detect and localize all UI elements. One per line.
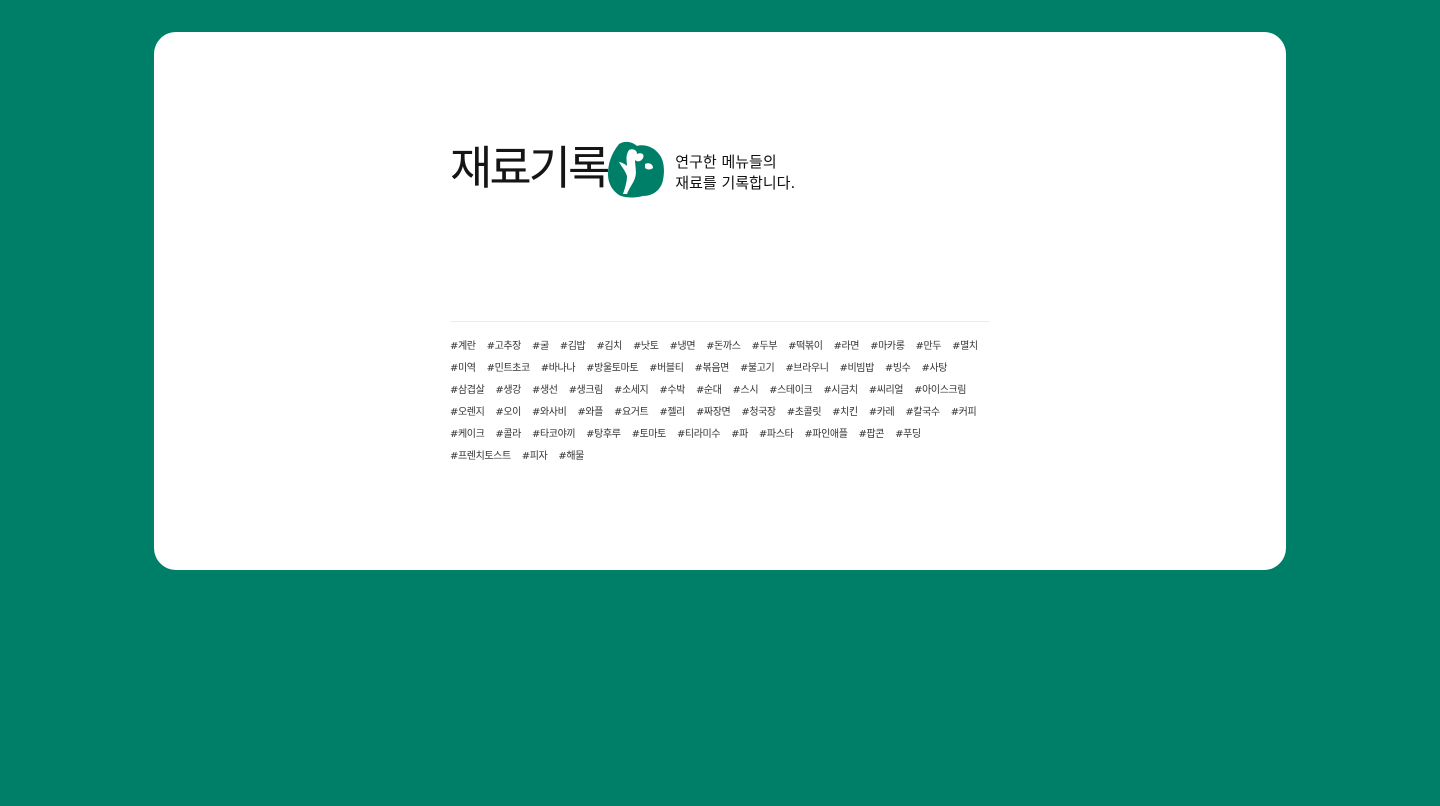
tag-link[interactable]: #와플 bbox=[577, 402, 603, 424]
tag-link[interactable]: #생강 bbox=[495, 380, 521, 402]
tagline-line-1: 연구한 메뉴들의 bbox=[675, 153, 777, 171]
tag-link[interactable]: #바나나 bbox=[541, 358, 576, 380]
tag-link[interactable]: #콜라 bbox=[495, 424, 521, 446]
tag-link[interactable]: #비빔밥 bbox=[840, 358, 875, 380]
tag-link[interactable]: #브라우니 bbox=[785, 358, 829, 380]
tagline: 연구한 메뉴들의 재료를 기록합니다. bbox=[675, 152, 795, 194]
tag-link[interactable]: #치킨 bbox=[832, 402, 858, 424]
tag-link[interactable]: #파인애플 bbox=[804, 424, 848, 446]
tag-link[interactable]: #민트초코 bbox=[487, 358, 531, 380]
tag-link[interactable]: #탕후루 bbox=[586, 424, 621, 446]
tag-link[interactable]: #돈까스 bbox=[706, 336, 741, 358]
tag-link[interactable]: #냉면 bbox=[670, 336, 696, 358]
tag-link[interactable]: #낫토 bbox=[633, 336, 659, 358]
green-blob-figure-icon bbox=[608, 141, 665, 198]
tag-link[interactable]: #떡볶이 bbox=[788, 336, 823, 358]
tag-link[interactable]: #두부 bbox=[752, 336, 778, 358]
site-header: 재료기록 연구한 메뉴들의 재료를 기록합니다. bbox=[450, 136, 795, 200]
tag-link[interactable]: #해물 bbox=[558, 446, 584, 468]
tag-link[interactable]: #김치 bbox=[596, 336, 622, 358]
tag-link[interactable]: #만두 bbox=[916, 336, 942, 358]
tag-link[interactable]: #티라미수 bbox=[677, 424, 721, 446]
tag-link[interactable]: #불고기 bbox=[740, 358, 775, 380]
tag-link[interactable]: #계란 bbox=[450, 336, 476, 358]
tag-link[interactable]: #파스타 bbox=[759, 424, 794, 446]
tagline-line-2: 재료를 기록합니다. bbox=[675, 174, 796, 192]
tag-link[interactable]: #프렌치토스트 bbox=[450, 446, 511, 468]
tag-link[interactable]: #초콜릿 bbox=[787, 402, 822, 424]
tag-link[interactable]: #타코야끼 bbox=[532, 424, 576, 446]
tag-link[interactable]: #마카롱 bbox=[870, 336, 905, 358]
tag-link[interactable]: #볶음면 bbox=[695, 358, 730, 380]
tag-link[interactable]: #청국장 bbox=[741, 402, 776, 424]
tag-link[interactable]: #카레 bbox=[869, 402, 895, 424]
logo-text[interactable]: 재료기록 bbox=[450, 145, 610, 191]
tag-link[interactable]: #시금치 bbox=[823, 380, 858, 402]
tag-link[interactable]: #팝콘 bbox=[859, 424, 885, 446]
tag-link[interactable]: #스테이크 bbox=[769, 380, 813, 402]
main-card: 재료기록 연구한 메뉴들의 재료를 기록합니다. #계란 #고추장 #굴 #김밥 #김치… bbox=[154, 32, 1286, 570]
tag-link[interactable]: #방울토마토 bbox=[586, 358, 638, 380]
tag-link[interactable]: #삼겹살 bbox=[450, 380, 485, 402]
tag-link[interactable]: #피자 bbox=[522, 446, 548, 468]
tag-link[interactable]: #스시 bbox=[733, 380, 759, 402]
tag-link[interactable]: #김밥 bbox=[560, 336, 586, 358]
tag-link[interactable]: #순대 bbox=[696, 380, 722, 402]
tag-link[interactable]: #오렌지 bbox=[450, 402, 485, 424]
tag-list: #계란 #고추장 #굴 #김밥 #김치 #낫토 #냉면 #돈까스 #두부 #떡볶이 #라면 #마카롱 #… bbox=[450, 336, 990, 468]
tag-link[interactable]: #젤리 bbox=[659, 402, 685, 424]
tag-link[interactable]: #아이스크림 bbox=[914, 380, 966, 402]
tag-link[interactable]: #생선 bbox=[532, 380, 558, 402]
tag-link[interactable]: #사탕 bbox=[922, 358, 948, 380]
tag-link[interactable]: #미역 bbox=[450, 358, 476, 380]
tag-link[interactable]: #짜장면 bbox=[696, 402, 731, 424]
tag-link[interactable]: #멸치 bbox=[952, 336, 978, 358]
tag-link[interactable]: #빙수 bbox=[885, 358, 911, 380]
tag-link[interactable]: #칼국수 bbox=[905, 402, 940, 424]
tag-link[interactable]: #커피 bbox=[951, 402, 977, 424]
tag-link[interactable]: #파 bbox=[731, 424, 748, 446]
tag-link[interactable]: #수박 bbox=[659, 380, 685, 402]
tag-link[interactable]: #씨리얼 bbox=[869, 380, 904, 402]
tag-link[interactable]: #굴 bbox=[532, 336, 549, 358]
tag-link[interactable]: #버블티 bbox=[649, 358, 684, 380]
tag-link[interactable]: #토마토 bbox=[632, 424, 667, 446]
tag-link[interactable]: #푸딩 bbox=[895, 424, 921, 446]
tag-link[interactable]: #소세지 bbox=[614, 380, 649, 402]
tag-link[interactable]: #라면 bbox=[834, 336, 860, 358]
tag-link[interactable]: #생크림 bbox=[569, 380, 604, 402]
tag-link[interactable]: #와사비 bbox=[532, 402, 567, 424]
tag-link[interactable]: #케이크 bbox=[450, 424, 485, 446]
divider bbox=[450, 321, 990, 322]
tag-link[interactable]: #고추장 bbox=[487, 336, 522, 358]
tag-link[interactable]: #오이 bbox=[495, 402, 521, 424]
tag-link[interactable]: #요거트 bbox=[614, 402, 649, 424]
